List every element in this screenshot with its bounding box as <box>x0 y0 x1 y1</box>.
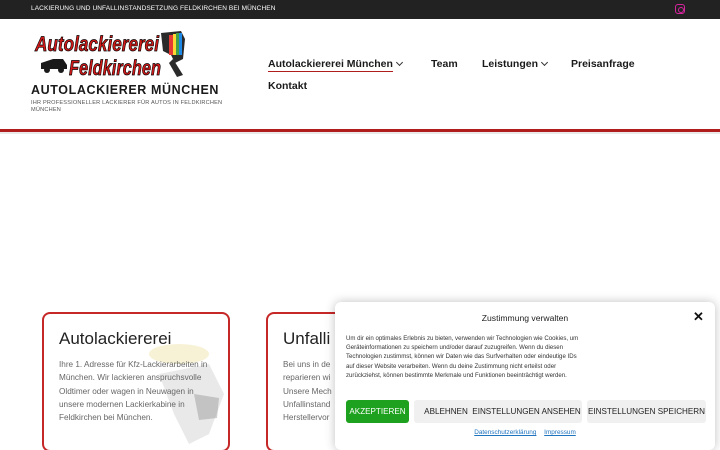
consent-text: Um dir ein optimales Erlebnis zu bieten,… <box>346 335 579 379</box>
consent-title: Zustimmung verwalten <box>481 313 569 323</box>
accept-button[interactable]: AKZEPTIEREN <box>346 400 409 423</box>
nav-label: Leistungen <box>482 58 539 70</box>
nav-label: Autolackiererei München <box>268 58 393 72</box>
instagram-icon[interactable] <box>675 4 685 14</box>
top-bar: LACKIERUNG UND UNFALLINSTANDSETZUNG FELD… <box>0 0 720 19</box>
chevron-down-icon <box>395 58 403 67</box>
save-preferences-button[interactable]: EINSTELLUNGEN SPEICHERN <box>587 400 706 423</box>
close-icon[interactable]: ✕ <box>693 310 704 323</box>
site-logo[interactable]: Autolackiererei Feldkirchen <box>33 29 189 81</box>
header-divider-shadow <box>0 132 720 134</box>
nav-label: Team <box>431 58 458 70</box>
topbar-tagline: LACKIERUNG UND UNFALLINSTANDSETZUNG FELD… <box>31 5 276 12</box>
deny-button[interactable]: ABLEHNEN <box>414 400 478 423</box>
logo-line1: Autolackiererei <box>34 33 160 56</box>
card-title: Unfalli <box>283 329 331 348</box>
cookie-consent-dialog: Zustimmung verwalten ✕ Um dir ein optima… <box>335 302 715 450</box>
view-preferences-button[interactable]: EINSTELLUNGEN ANSEHEN <box>471 400 582 423</box>
nav-kontakt[interactable]: Kontakt <box>268 80 307 92</box>
site-title[interactable]: AUTOLACKIERER MÜNCHEN <box>31 83 219 97</box>
imprint-link[interactable]: Impressum <box>544 429 576 436</box>
privacy-policy-link[interactable]: Datenschutzerklärung <box>474 429 536 436</box>
card-text: Ihre 1. Adresse für Kfz-Lackierarbeiten … <box>59 360 208 423</box>
nav-leistungen[interactable]: Leistungen <box>482 58 549 70</box>
nav-autolackiererei-muenchen[interactable]: Autolackiererei München <box>268 58 403 72</box>
logo-line2: Feldkirchen <box>69 57 161 80</box>
card-title: Autolackiererei <box>59 329 172 348</box>
nav-preisanfrage[interactable]: Preisanfrage <box>571 58 635 70</box>
spray-gun-icon <box>161 31 185 77</box>
nav-label: Kontakt <box>268 80 308 92</box>
nav-team[interactable]: Team <box>431 58 458 70</box>
nav-label: Preisanfrage <box>571 58 635 70</box>
site-tagline: IHR PROFESSIONELLER LACKIERER FÜR AUTOS … <box>31 100 223 113</box>
consent-links: Datenschutzerklärung Impressum <box>335 429 715 436</box>
car-icon <box>41 59 67 73</box>
chevron-down-icon <box>540 58 549 67</box>
card-text: Bei uns in de reparieren wi Unsere Mech … <box>283 360 332 423</box>
service-card-autolackiererei: Autolackiererei Ihre 1. Adresse für Kfz-… <box>42 312 230 450</box>
